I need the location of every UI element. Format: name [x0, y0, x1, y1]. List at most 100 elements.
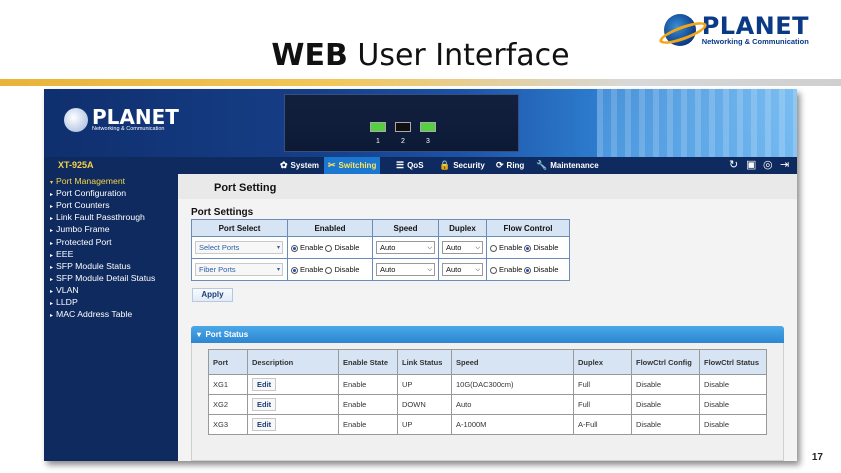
ui-planet-logo[interactable]: PLANET Networking & Communication [64, 107, 179, 133]
status-header-flowctrl-status: FlowCtrl Status [699, 349, 767, 375]
disable-radio-label: Disable [334, 265, 360, 274]
speed-select[interactable]: Auto ⌵ [376, 241, 435, 254]
nav-label: System [290, 161, 320, 170]
nav-label: QoS [407, 161, 424, 170]
logout-icon[interactable]: ⇥ [780, 158, 789, 171]
port-status-title: Port Status [205, 330, 249, 339]
flow-disable-radio[interactable] [524, 266, 532, 274]
arrow-icon: ▾ [50, 180, 54, 186]
nav-system[interactable]: ✿ System [276, 157, 323, 174]
gear-icon: ✿ [280, 160, 288, 170]
ui-globe-icon [64, 107, 88, 132]
flow-enable-label: Enable [499, 243, 523, 252]
lock-icon: 🔒 [439, 160, 451, 170]
sidebar-item-vlan[interactable]: ▸ VLAN [50, 285, 79, 295]
sidebar-item-sfp-module-detail-status[interactable]: ▸ SFP Module Detail Status [50, 273, 155, 283]
chevron-down-icon: ▾ [276, 245, 280, 251]
sidebar-item-jumbo-frame[interactable]: ▸ Jumbo Frame [50, 224, 110, 234]
enabled-cell: Enable Disable [287, 258, 373, 281]
disable-radio[interactable] [325, 266, 333, 274]
port-number-2: 2 [401, 138, 405, 145]
arrow-icon: ▸ [50, 228, 54, 235]
ui-brand-name: PLANET [92, 105, 179, 129]
save-icon[interactable]: ▣ [746, 158, 756, 171]
apply-button[interactable]: Apply [192, 288, 233, 302]
duplex-select[interactable]: Auto ⌵ [442, 241, 483, 254]
arrow-icon: ▸ [50, 216, 54, 223]
enabled-cell: Enable Disable [287, 236, 373, 259]
settings-row: Fiber Ports ▾ Enable Disable Auto ⌵ Auto ⌵ Enab… [191, 258, 570, 281]
sidebar-item-port-counters[interactable]: ▸ Port Counters [50, 200, 110, 210]
sidebar-item-protected-port[interactable]: ▸ Protected Port [50, 237, 112, 247]
nav-label: Security [453, 161, 485, 170]
port-settings-heading: Port Settings [191, 207, 254, 218]
content-title-bar: Port Setting [178, 179, 797, 198]
flowctrl-status-cell: Disable [699, 374, 767, 395]
duplex-value: Auto [446, 243, 462, 252]
nav-security[interactable]: 🔒 Security [435, 157, 489, 174]
status-header-duplex: Duplex [573, 349, 632, 375]
sidebar-item-label: VLAN [56, 284, 79, 295]
port-status-header[interactable]: ▾ Port Status [191, 326, 784, 343]
speed-cell: Auto ⌵ [372, 236, 439, 259]
sidebar-item-label: SFP Module Detail Status [56, 272, 156, 283]
port-cell: XG1 [208, 374, 248, 395]
port-status-panel: Port Description Enable State Link Status Sp… [191, 343, 784, 461]
sidebar-item-label: Port Configuration [56, 188, 127, 199]
enable-radio-label: Enable [300, 265, 324, 274]
port-select-dropdown[interactable]: Select Ports ▾ [195, 241, 283, 254]
status-header-flowctrl-config: FlowCtrl Config [631, 349, 700, 375]
sidebar-item-port-configuration[interactable]: ▸ Port Configuration [50, 188, 126, 198]
sidebar-item-label: Link Fault Passthrough [56, 212, 145, 223]
sidebar-item-sfp-module-status[interactable]: ▸ SFP Module Status [50, 261, 131, 271]
qos-icon: ☰ [396, 160, 405, 170]
port-select-dropdown[interactable]: Fiber Ports ▾ [195, 263, 283, 276]
enable-radio[interactable] [291, 244, 298, 252]
main-content: Port Setting Port Settings Port Select En… [178, 174, 797, 461]
arrow-icon: ▸ [50, 313, 54, 320]
sidebar-item-lldp[interactable]: ▸ LLDP [50, 297, 78, 307]
port-select-value: Fiber Ports [199, 265, 236, 274]
edit-button[interactable]: Edit [252, 418, 277, 431]
edit-button[interactable]: Edit [252, 378, 277, 391]
port-cell: XG2 [208, 394, 248, 415]
sidebar-item-eee[interactable]: ▸ EEE [50, 249, 73, 259]
refresh-icon[interactable]: ↻ [729, 158, 738, 171]
edit-button[interactable]: Edit [252, 398, 277, 411]
sidebar-item-mac-address-table[interactable]: ▸ MAC Address Table [50, 309, 132, 319]
status-header-speed: Speed [451, 349, 574, 375]
sidebar-item-label: Port Management [56, 176, 126, 186]
speed-select[interactable]: Auto ⌵ [376, 263, 435, 276]
chevron-down-icon: ▾ [276, 267, 280, 273]
description-cell: Edit [247, 374, 339, 395]
flow-disable-label: Disable [533, 243, 559, 252]
flow-enable-radio[interactable] [490, 244, 497, 252]
nav-qos[interactable]: ☰ QoS [392, 157, 428, 174]
nav-switching[interactable]: ✂ Switching [324, 157, 381, 174]
chevron-down-icon: ⌵ [427, 245, 432, 251]
description-cell: Edit [247, 414, 339, 435]
slide-title: WEB User Interface [0, 38, 841, 73]
settings-header-enabled: Enabled [287, 219, 373, 237]
enable-state-cell: Enable [338, 414, 398, 435]
enable-radio-label: Enable [300, 243, 324, 252]
status-row: XG1 Edit Enable UP 10G(DAC300cm) Full Disable D… [208, 374, 767, 395]
duplex-select[interactable]: Auto ⌵ [442, 263, 483, 276]
nav-ring[interactable]: ⟳ Ring [492, 157, 528, 174]
sidebar-item-label: EEE [56, 248, 74, 259]
sidebar-item-port-management[interactable]: ▾ Port Management [50, 176, 125, 186]
nav-label: Ring [506, 161, 525, 170]
disable-radio[interactable] [325, 244, 333, 252]
enable-radio[interactable] [291, 266, 298, 274]
nav-maintenance[interactable]: 🔧 Maintenance [532, 157, 603, 174]
flow-disable-radio[interactable] [524, 244, 532, 252]
help-icon[interactable]: ◎ [763, 158, 773, 171]
flow-enable-radio[interactable] [490, 266, 497, 274]
sidebar-item-link-fault-passthrough[interactable]: ▸ Link Fault Passthrough [50, 212, 145, 222]
port-settings-table: Port Select Enabled Speed Duplex Flow Contro… [191, 219, 570, 281]
chevron-down-icon: ⌵ [475, 267, 480, 273]
link-status-cell: UP [397, 414, 452, 435]
port-panel: 1 2 3 [284, 94, 519, 152]
speed-value: Auto [380, 265, 396, 274]
sidebar-item-label: Jumbo Frame [56, 224, 110, 235]
